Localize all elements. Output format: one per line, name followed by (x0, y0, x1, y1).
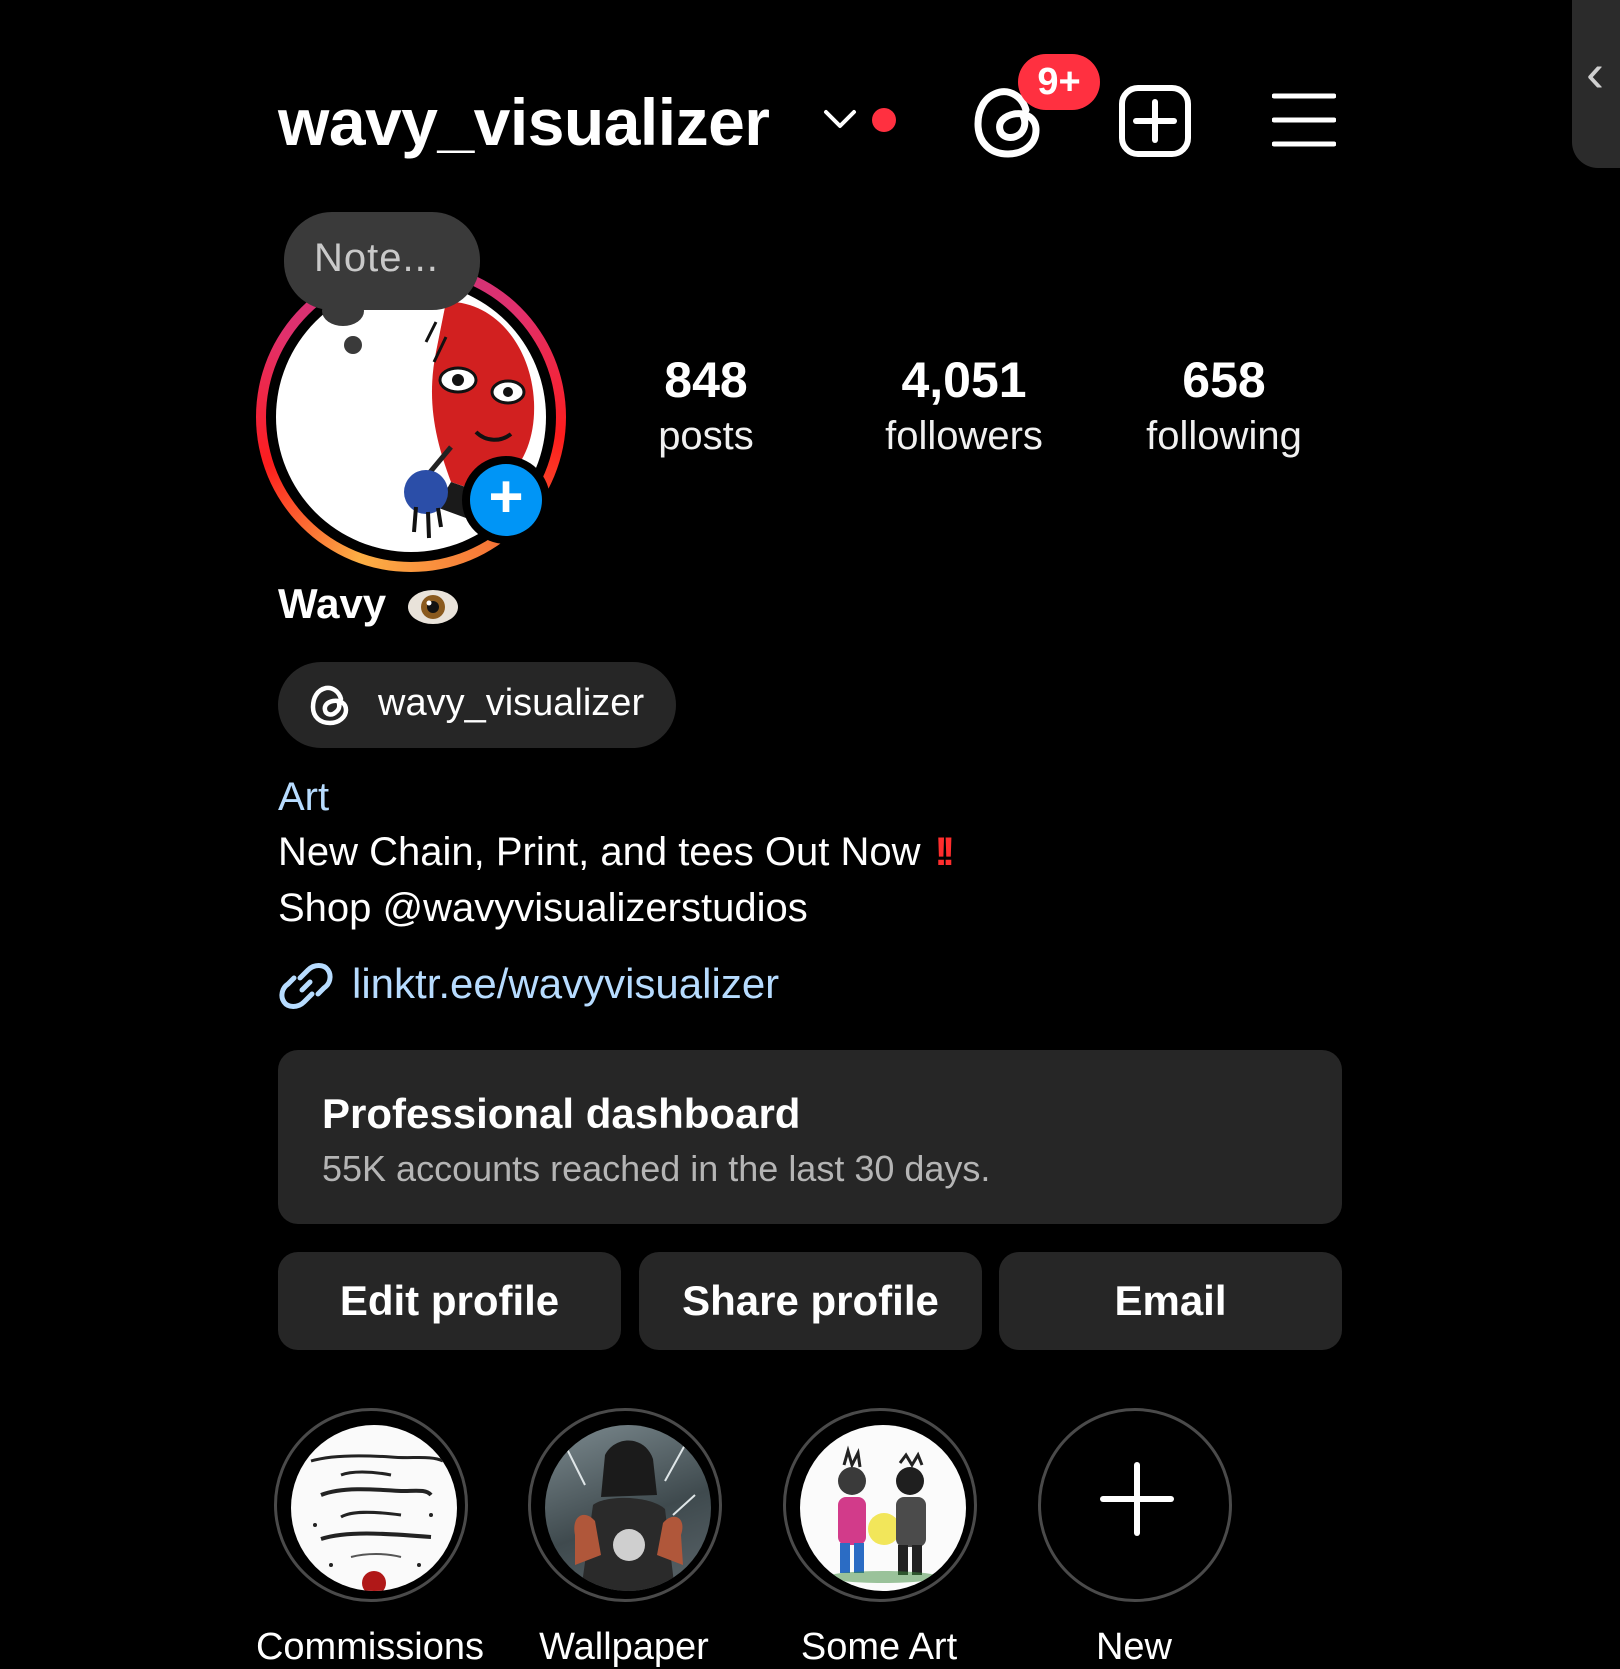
posts-count: 848 (664, 352, 748, 408)
plus-icon: + (470, 464, 542, 536)
following-label: following (1146, 414, 1302, 458)
threads-handle: wavy_visualizer (378, 682, 645, 724)
highlight-cover-image (291, 1425, 457, 1591)
eye-emoji-icon (407, 589, 458, 624)
note-bubble-tail (322, 296, 364, 326)
following-count: 658 (1182, 352, 1266, 408)
dashboard-title: Professional dashboard (322, 1090, 801, 1137)
chevron-left-icon: ‹ (1586, 43, 1604, 103)
new-highlight-circle (1038, 1408, 1232, 1602)
edit-profile-button[interactable]: Edit profile (278, 1252, 621, 1350)
highlight-cover-image (545, 1425, 711, 1591)
professional-dashboard-card[interactable]: Professional dashboard 55K accounts reac… (278, 1050, 1342, 1224)
menu-icon[interactable] (1272, 88, 1336, 152)
add-story-button[interactable]: + (462, 456, 550, 544)
note-bubble[interactable]: Note... (284, 212, 480, 310)
link-icon (279, 963, 333, 1009)
note-bubble-tail-dot (344, 336, 362, 354)
posts-stat[interactable]: 848 posts (586, 350, 826, 462)
bio-line-2[interactable]: Shop @wavyvisualizerstudios (278, 886, 808, 931)
highlight-cover (528, 1408, 722, 1602)
display-name-row: Wavy (278, 580, 460, 628)
bio-line-1: New Chain, Print, and tees Out Now!! (278, 830, 955, 875)
chevron-down-icon[interactable] (822, 106, 858, 132)
following-stat[interactable]: 658 following (1104, 350, 1344, 462)
create-post-icon[interactable] (1118, 84, 1192, 158)
threads-profile-chip[interactable]: wavy_visualizer (278, 662, 676, 748)
posts-label: posts (658, 414, 754, 458)
followers-count: 4,051 (901, 352, 1027, 408)
dashboard-subtitle: 55K accounts reached in the last 30 days… (322, 1148, 991, 1189)
highlight-cover (274, 1408, 468, 1602)
username-switcher[interactable]: wavy_visualizer (278, 82, 770, 162)
highlight-label: New (1095, 1626, 1173, 1668)
unread-dot (872, 108, 896, 132)
share-profile-button[interactable]: Share profile (639, 1252, 982, 1350)
highlight-cover (783, 1408, 977, 1602)
notification-badge: 9+ (1018, 54, 1100, 110)
profile-category: Art (278, 775, 330, 819)
plus-icon (1100, 1462, 1174, 1536)
followers-stat[interactable]: 4,051 followers (844, 350, 1084, 462)
highlight-cover-image (800, 1425, 966, 1591)
bio-link[interactable]: linktr.ee/wavyvisualizer (352, 960, 779, 1008)
note-placeholder: Note... (314, 236, 439, 280)
side-panel-tab[interactable]: ‹ (1572, 0, 1620, 168)
threads-icon (310, 685, 349, 726)
bio-text-1: New Chain, Print, and tees Out Now (278, 830, 921, 874)
double-exclamation-emoji: !! (934, 830, 955, 874)
followers-label: followers (885, 414, 1043, 458)
display-name: Wavy (278, 580, 387, 627)
email-button[interactable]: Email (999, 1252, 1342, 1350)
